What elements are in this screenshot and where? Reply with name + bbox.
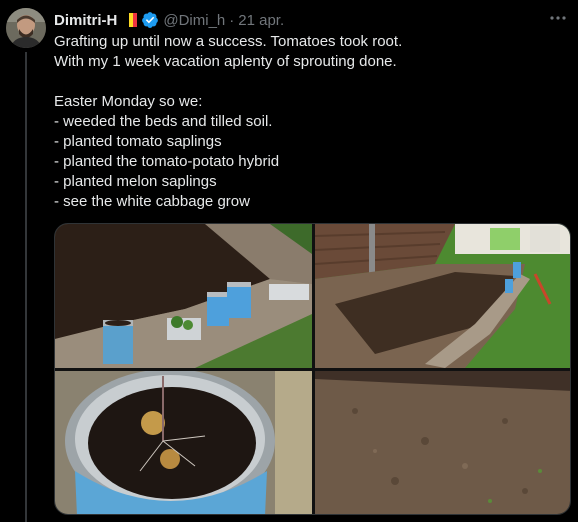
- tweet[interactable]: Dimitri-H @Dimi_h · 21 apr. Grafting up …: [0, 0, 578, 522]
- tweet-text-line: - weeded the beds and tilled soil.: [54, 113, 273, 130]
- photo-garden-plots-fence[interactable]: [315, 224, 570, 368]
- tweet-text-line: With my 1 week vacation aplenty of sprou…: [54, 53, 397, 70]
- tweet-header: Dimitri-H @Dimi_h · 21 apr.: [54, 10, 284, 30]
- tweet-text-line: - planted tomato saplings: [54, 133, 222, 150]
- tweet-text-line: - planted melon saplings: [54, 173, 217, 190]
- tweet-text-line: Grafting up until now a success. Tomatoe…: [54, 33, 403, 50]
- tweet-text-line: [54, 72, 564, 92]
- author-handle[interactable]: @Dimi_h: [163, 12, 225, 29]
- thread-line: [25, 52, 27, 522]
- more-options-icon[interactable]: [548, 8, 568, 28]
- tweet-text-line: - planted the tomato-potato hybrid: [54, 153, 280, 170]
- author-name[interactable]: Dimitri-H: [54, 12, 117, 29]
- photo-tin-can-soil[interactable]: [55, 371, 312, 514]
- media-grid: [54, 223, 571, 515]
- photo-garden-bed-with-cans[interactable]: [55, 224, 312, 368]
- avatar[interactable]: [6, 8, 46, 48]
- photo-tilled-soil[interactable]: [315, 371, 570, 514]
- separator-dot: ·: [229, 11, 235, 29]
- tweet-date[interactable]: 21 apr.: [238, 12, 284, 29]
- tweet-text: Grafting up until now a success. Tomatoe…: [54, 32, 564, 212]
- belgium-flag-icon: [125, 13, 138, 27]
- tweet-text-line: - see the white cabbage grow: [54, 193, 250, 210]
- verified-badge-icon[interactable]: [141, 11, 159, 29]
- tweet-text-line: Easter Monday so we:: [54, 93, 203, 110]
